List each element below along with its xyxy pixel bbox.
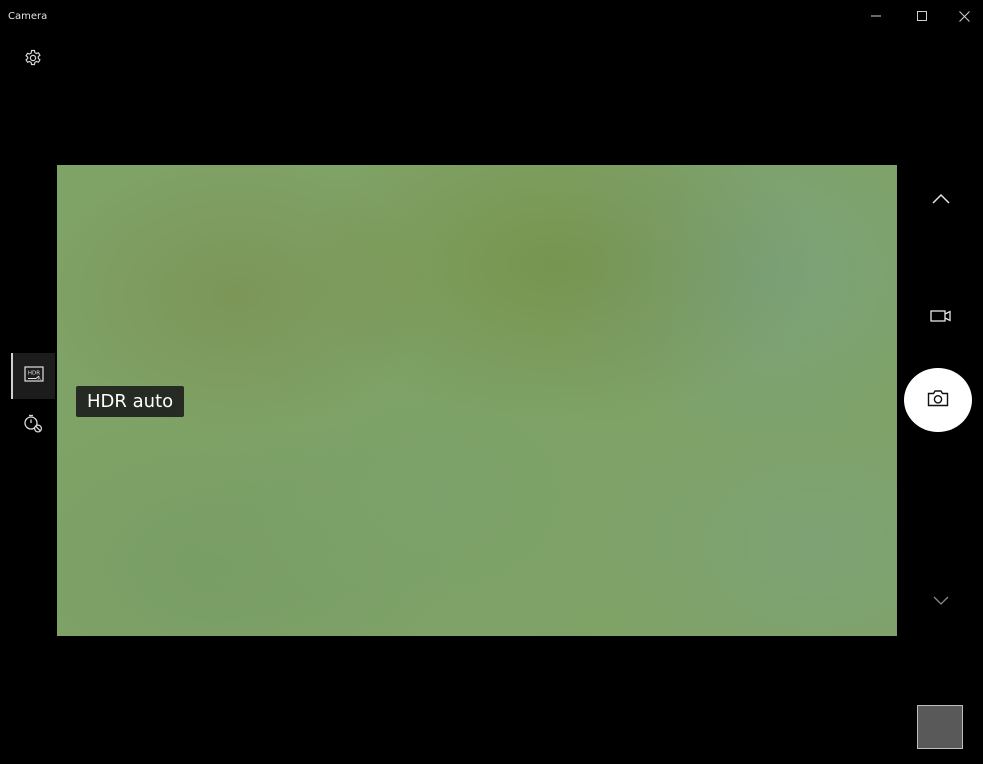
app-title: Camera bbox=[8, 11, 48, 22]
mode-down-button[interactable] bbox=[920, 584, 962, 618]
gallery-thumbnail[interactable] bbox=[917, 705, 963, 749]
video-mode-button[interactable] bbox=[920, 300, 962, 336]
settings-button[interactable] bbox=[22, 49, 44, 71]
hdr-icon: HDR A bbox=[24, 365, 44, 387]
hdr-tooltip: HDR auto bbox=[76, 386, 185, 417]
timer-off-icon bbox=[22, 412, 44, 439]
maximize-icon bbox=[917, 11, 927, 21]
take-photo-button[interactable] bbox=[904, 368, 972, 432]
hdr-button[interactable]: HDR A bbox=[11, 353, 55, 399]
mode-up-button[interactable] bbox=[920, 182, 962, 218]
close-icon bbox=[958, 10, 970, 22]
svg-text:HDR: HDR bbox=[28, 370, 40, 376]
minimize-icon bbox=[871, 11, 881, 21]
chevron-up-icon bbox=[932, 191, 950, 209]
video-camera-icon bbox=[930, 309, 952, 328]
camera-window: Camera HDR A HDR auto bbox=[0, 0, 983, 764]
camera-icon bbox=[927, 389, 949, 412]
timer-button[interactable] bbox=[18, 410, 48, 440]
gear-icon bbox=[24, 49, 42, 72]
maximize-button[interactable] bbox=[899, 0, 945, 32]
minimize-button[interactable] bbox=[853, 0, 899, 32]
title-bar: Camera bbox=[0, 0, 983, 32]
close-button[interactable] bbox=[941, 0, 983, 32]
chevron-down-icon bbox=[933, 592, 949, 610]
